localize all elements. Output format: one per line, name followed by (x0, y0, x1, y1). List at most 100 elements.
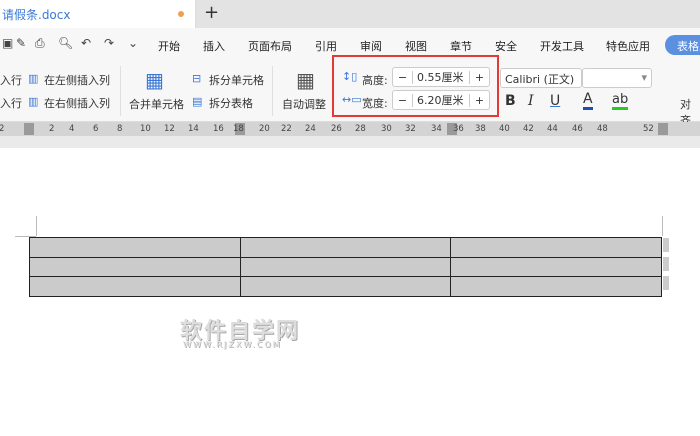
table-cell[interactable] (29, 256, 241, 277)
undo-icon[interactable]: ↶ (81, 36, 91, 50)
split-cell-icon: ⊟ (192, 72, 202, 85)
print-icon[interactable]: ⎙ (35, 36, 45, 51)
width-stepper[interactable]: − 6.20厘米 + (392, 90, 490, 110)
table-cell[interactable] (239, 256, 452, 277)
ruler-tick-label: 28 (355, 124, 366, 134)
ruler-tick-label: 16 (213, 124, 224, 134)
ruler-tick-label: 4 (69, 124, 75, 134)
margin-corner (36, 216, 37, 236)
table-row (29, 256, 662, 277)
autofit-button[interactable]: 自动调整 (282, 96, 326, 112)
menu-developer[interactable]: 开发工具 (540, 38, 584, 54)
ruler-tick-label: 46 (572, 124, 583, 134)
menu-special[interactable]: 特色应用 (606, 38, 650, 54)
margin-corner (662, 216, 663, 236)
bold-button[interactable]: B (505, 93, 516, 109)
ruler-tick-label: 2 (0, 124, 5, 134)
ruler-tick-label: 26 (331, 124, 342, 134)
highlight-button[interactable]: ab (612, 92, 629, 110)
ruler-tick-label: 34 (431, 124, 442, 134)
document-table[interactable] (29, 237, 662, 297)
table-row (29, 237, 662, 258)
ruler-tick-label: 40 (499, 124, 510, 134)
ruler-tick-label: 14 (188, 124, 199, 134)
print-preview-icon[interactable]: 🔍︎ (58, 36, 73, 50)
ruler-tick-label: 24 (305, 124, 316, 134)
ruler-tick-label: 18 (233, 124, 244, 134)
redo-icon[interactable]: ↷ (104, 36, 114, 50)
ruler-tick-label: 42 (523, 124, 534, 134)
ruler-tick-label: 52 (643, 124, 654, 134)
insert-col-left-button[interactable]: 在左侧插入列 (44, 72, 110, 88)
table-cell[interactable] (239, 237, 452, 258)
new-tab-button[interactable]: + (204, 2, 219, 23)
underline-button[interactable]: U (550, 93, 560, 109)
unsaved-dot-icon (178, 11, 184, 17)
insert-row-above-button[interactable]: 入行 (0, 72, 22, 88)
width-label: 宽度: (362, 97, 388, 110)
ruler-marker[interactable] (658, 123, 668, 135)
width-decrease-button[interactable]: − (393, 93, 413, 107)
table-cell[interactable] (450, 237, 662, 258)
width-input[interactable]: 6.20厘米 (413, 92, 469, 108)
height-label: 高度: (362, 74, 388, 87)
format-painter-icon[interactable]: ✎ (16, 36, 26, 50)
font-family-select[interactable]: Calibri (正文) (500, 68, 582, 88)
menu-review[interactable]: 审阅 (360, 38, 382, 54)
ruler-tick-label: 44 (547, 124, 558, 134)
divider (120, 66, 121, 116)
font-family-value: Calibri (正文) (505, 73, 575, 86)
insert-col-right-icon: ▥ (28, 95, 39, 108)
menu-view[interactable]: 视图 (405, 38, 427, 54)
merge-cells-icon: ▦ (145, 68, 164, 92)
table-row (29, 276, 662, 297)
autofit-icon: ▦ (296, 68, 315, 92)
ruler-tick-label: 8 (117, 124, 123, 134)
table-cell[interactable] (29, 237, 241, 258)
table-cell[interactable] (29, 276, 241, 297)
table-cell[interactable] (450, 276, 662, 297)
table-cell[interactable] (239, 276, 452, 297)
width-increase-button[interactable]: + (469, 93, 489, 107)
height-decrease-button[interactable]: − (393, 70, 413, 84)
split-table-icon: ▤ (192, 95, 203, 108)
ruler-tick-label: 36 (453, 124, 464, 134)
insert-row-below-button[interactable]: 入行 (0, 95, 22, 111)
italic-button[interactable]: I (528, 93, 534, 109)
menu-start[interactable]: 开始 (158, 38, 180, 54)
split-table-button[interactable]: 拆分表格 (209, 95, 253, 111)
menu-insert[interactable]: 插入 (203, 38, 225, 54)
ruler-tick-label: 6 (93, 124, 99, 134)
document-tab[interactable]: 请假条.docx (0, 0, 196, 28)
row-height-icon: ↕▯ (342, 70, 358, 83)
insert-col-right-button[interactable]: 在右侧插入列 (44, 95, 110, 111)
row-end-markers (663, 238, 669, 293)
menu-security[interactable]: 安全 (495, 38, 517, 54)
font-color-button[interactable]: A (583, 92, 593, 110)
save-icon[interactable]: ▣ (2, 36, 13, 50)
page-gap (0, 136, 700, 148)
table-cell[interactable] (450, 256, 662, 277)
ruler-tick-label: 12 (164, 124, 175, 134)
height-stepper[interactable]: − 0.55厘米 + (392, 67, 490, 87)
ruler-tick-label: 2 (49, 124, 55, 134)
height-increase-button[interactable]: + (469, 70, 489, 84)
ruler-tick-label: 38 (475, 124, 486, 134)
menu-page-layout[interactable]: 页面布局 (248, 38, 292, 54)
ruler-marker[interactable] (24, 123, 34, 135)
ruler-tick-label: 10 (140, 124, 151, 134)
menu-section[interactable]: 章节 (450, 38, 472, 54)
ruler-tick-label: 32 (405, 124, 416, 134)
horizontal-ruler[interactable]: 2 2 4 6 8 10 12 14 16 18 20 22 24 26 28 30 32 34 36 38 40 42 4… (0, 122, 700, 136)
col-width-icon: ↔▭ (342, 93, 362, 106)
ruler-tick-label: 48 (597, 124, 608, 134)
ruler-tick-label: 20 (259, 124, 270, 134)
merge-cells-button[interactable]: 合并单元格 (129, 96, 184, 112)
menu-references[interactable]: 引用 (315, 38, 337, 54)
height-input[interactable]: 0.55厘米 (413, 69, 469, 85)
menu-table-tools[interactable]: 表格工具 (665, 35, 700, 55)
insert-col-left-icon: ▥ (28, 72, 39, 85)
more-icon[interactable]: ⌄ (128, 36, 138, 50)
split-cell-button[interactable]: 拆分单元格 (209, 72, 264, 88)
font-size-select[interactable]: ▾ (582, 68, 652, 88)
